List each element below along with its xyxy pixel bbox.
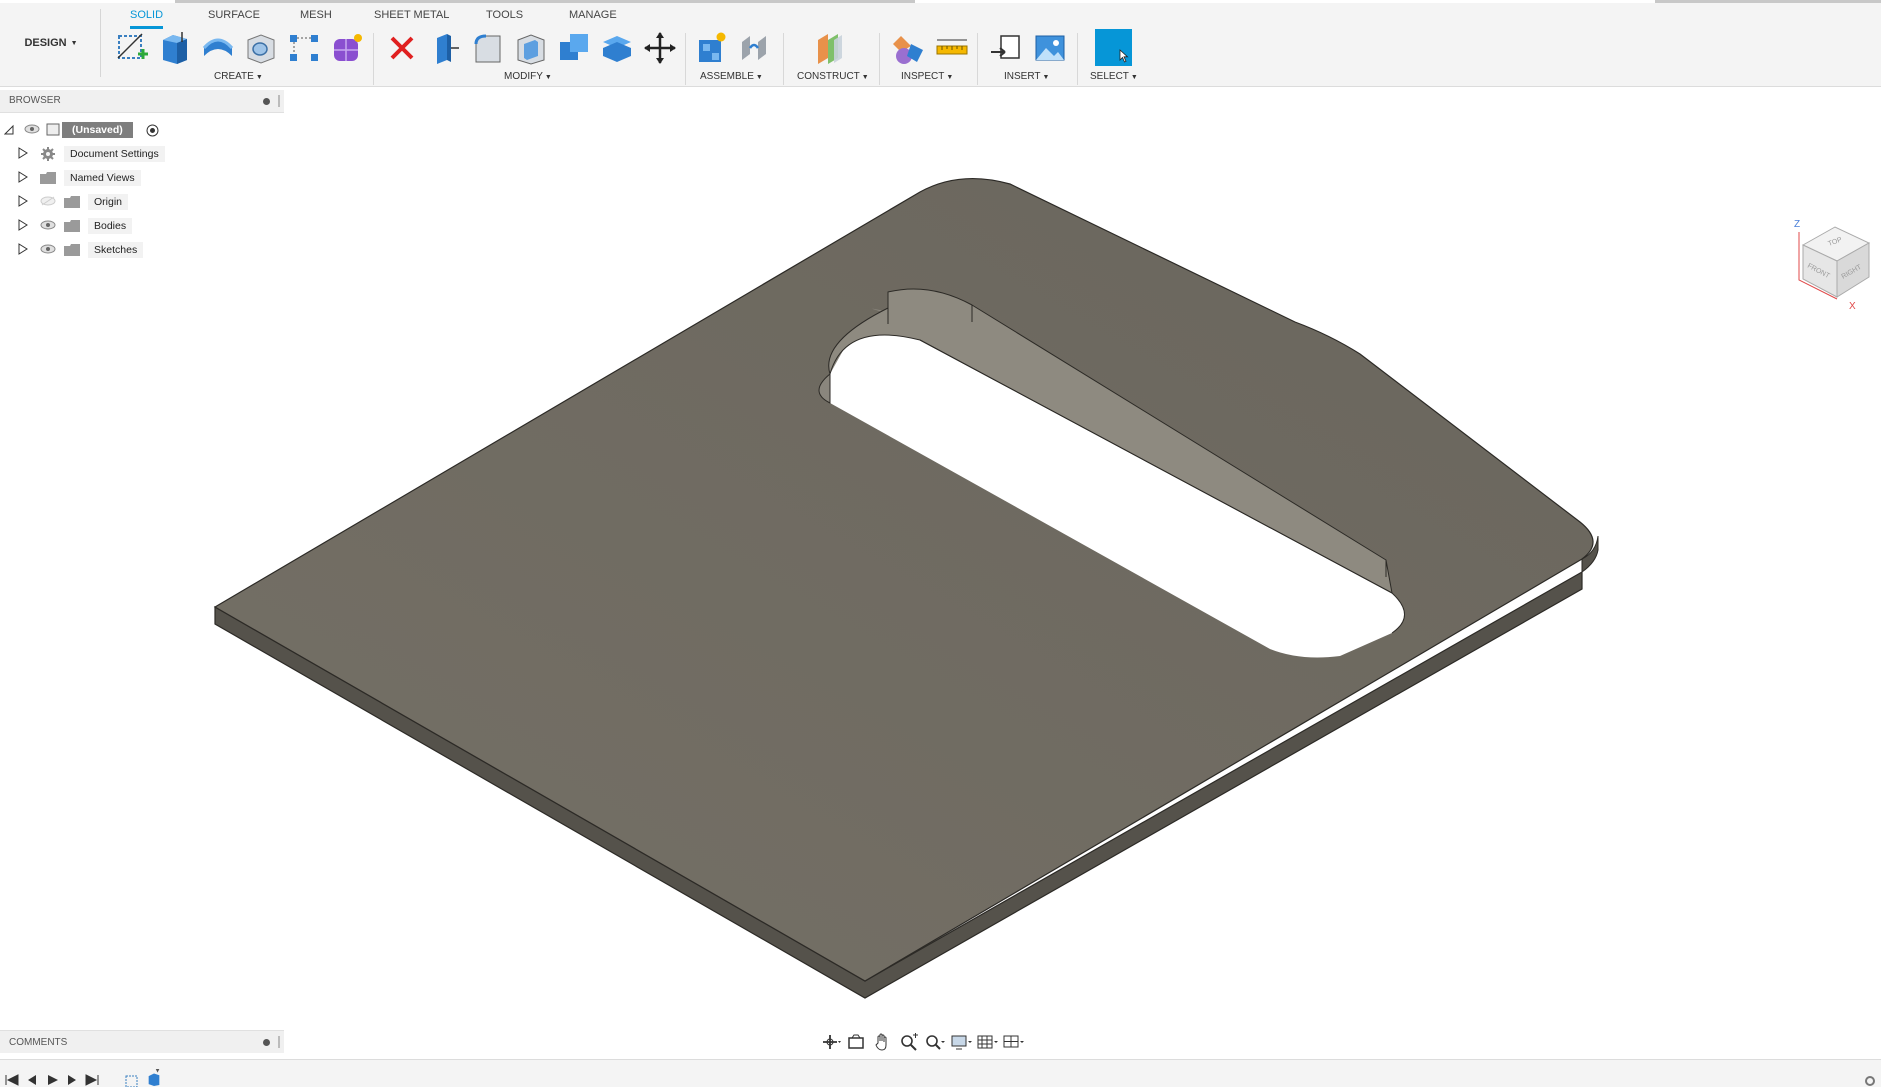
tab-tools[interactable]: TOOLS bbox=[486, 9, 523, 29]
joint-icon[interactable] bbox=[736, 30, 772, 66]
play-icon[interactable] bbox=[44, 1073, 60, 1087]
grid-settings-icon[interactable] bbox=[976, 1032, 998, 1052]
comments-add-icon[interactable] bbox=[263, 1039, 270, 1046]
select-icon[interactable] bbox=[1095, 29, 1132, 66]
toolbar-divider bbox=[879, 33, 880, 85]
zoom-window-icon[interactable] bbox=[924, 1032, 946, 1052]
axis-z-label: Z bbox=[1794, 219, 1800, 230]
browser-collapse-icon[interactable] bbox=[263, 98, 270, 105]
go-to-end-icon[interactable] bbox=[84, 1073, 100, 1087]
inspect-menu[interactable]: INSPECT ▼ bbox=[901, 71, 953, 82]
modify-menu-label: MODIFY bbox=[504, 71, 543, 82]
hole-icon[interactable] bbox=[243, 30, 279, 66]
step-back-icon[interactable] bbox=[24, 1073, 40, 1087]
plate-body[interactable] bbox=[0, 112, 1881, 1029]
insert-derive-icon[interactable] bbox=[989, 30, 1025, 66]
insert-image-icon[interactable] bbox=[1032, 30, 1068, 66]
comments-pin-icon[interactable] bbox=[278, 1036, 280, 1048]
offset-face-icon[interactable] bbox=[599, 30, 635, 66]
chevron-down-icon: ▼ bbox=[861, 74, 869, 81]
chevron-down-icon: ▼ bbox=[1130, 74, 1138, 81]
orbit-icon[interactable] bbox=[820, 1032, 842, 1052]
interference-icon[interactable] bbox=[891, 30, 927, 66]
delete-icon[interactable] bbox=[384, 30, 420, 66]
extrude-icon[interactable] bbox=[157, 30, 193, 66]
viewports-icon[interactable] bbox=[1002, 1032, 1024, 1052]
workspace-switcher-button[interactable]: DESIGN ▼ bbox=[2, 9, 101, 77]
browser-header: BROWSER bbox=[0, 90, 284, 113]
insert-menu[interactable]: INSERT ▼ bbox=[1004, 71, 1049, 82]
navigation-bar bbox=[820, 1031, 1024, 1053]
display-settings-icon[interactable] bbox=[950, 1032, 972, 1052]
timeline-sketch-icon[interactable] bbox=[124, 1073, 140, 1087]
chevron-down-icon: ▼ bbox=[544, 74, 552, 81]
toolbar-divider bbox=[373, 33, 374, 85]
chevron-down-icon: ▼ bbox=[1042, 74, 1050, 81]
measure-icon[interactable] bbox=[934, 30, 970, 66]
step-forward-icon[interactable] bbox=[64, 1073, 80, 1087]
tab-mesh[interactable]: MESH bbox=[300, 9, 332, 29]
move-icon[interactable] bbox=[642, 30, 678, 66]
pattern-icon[interactable] bbox=[286, 30, 322, 66]
assemble-menu-label: ASSEMBLE bbox=[700, 71, 754, 82]
chevron-down-icon: ▼ bbox=[755, 74, 763, 81]
comments-panel: COMMENTS bbox=[0, 1030, 284, 1053]
assemble-menu[interactable]: ASSEMBLE ▼ bbox=[700, 71, 763, 82]
tab-solid[interactable]: SOLID bbox=[130, 9, 164, 29]
browser-pin-icon[interactable] bbox=[278, 95, 280, 107]
browser-title: BROWSER bbox=[9, 95, 61, 106]
select-menu[interactable]: SELECT ▼ bbox=[1090, 71, 1138, 82]
axis-x-label: X bbox=[1849, 301, 1856, 312]
modify-menu[interactable]: MODIFY ▼ bbox=[504, 71, 552, 82]
canvas-viewport[interactable]: TOP FRONT RIGHT Z X bbox=[0, 112, 1881, 1029]
create-menu-label: CREATE bbox=[214, 71, 254, 82]
workspace-label: DESIGN bbox=[24, 37, 67, 49]
toolbar: DESIGN ▼ SOLID SURFACE MESH SHEET METAL T… bbox=[0, 3, 1881, 87]
fillet-icon[interactable] bbox=[470, 30, 506, 66]
comments-title: COMMENTS bbox=[9, 1037, 68, 1048]
create-menu[interactable]: CREATE ▼ bbox=[214, 71, 263, 82]
combine-icon[interactable] bbox=[556, 30, 592, 66]
toolbar-divider bbox=[1077, 33, 1078, 85]
chevron-down-icon: ▼ bbox=[70, 39, 78, 47]
pan-hand-icon[interactable] bbox=[872, 1032, 894, 1052]
toolbar-divider bbox=[977, 33, 978, 85]
shell-icon[interactable] bbox=[513, 30, 549, 66]
toolbar-divider bbox=[783, 33, 784, 85]
create-form-icon[interactable] bbox=[329, 30, 365, 66]
chevron-down-icon: ▼ bbox=[946, 74, 954, 81]
view-cube[interactable]: TOP FRONT RIGHT Z X bbox=[1785, 217, 1875, 312]
timeline bbox=[0, 1059, 1881, 1087]
timeline-settings-icon[interactable] bbox=[1862, 1073, 1878, 1087]
construct-menu[interactable]: CONSTRUCT ▼ bbox=[797, 71, 869, 82]
toolbar-divider bbox=[685, 33, 686, 85]
look-at-icon[interactable] bbox=[846, 1032, 868, 1052]
offset-plane-icon[interactable] bbox=[812, 30, 848, 66]
insert-menu-label: INSERT bbox=[1004, 71, 1041, 82]
tab-manage[interactable]: MANAGE bbox=[569, 9, 617, 29]
tab-surface[interactable]: SURFACE bbox=[208, 9, 260, 29]
revolve-icon[interactable] bbox=[200, 30, 236, 66]
zoom-icon[interactable] bbox=[898, 1032, 920, 1052]
timeline-extrude-icon[interactable] bbox=[146, 1068, 162, 1087]
tab-sheet-metal[interactable]: SHEET METAL bbox=[374, 9, 449, 29]
new-component-icon[interactable] bbox=[693, 30, 729, 66]
inspect-menu-label: INSPECT bbox=[901, 71, 945, 82]
go-to-start-icon[interactable] bbox=[4, 1073, 20, 1087]
construct-menu-label: CONSTRUCT bbox=[797, 71, 860, 82]
press-pull-icon[interactable] bbox=[427, 30, 463, 66]
create-sketch-icon[interactable] bbox=[114, 30, 150, 66]
select-menu-label: SELECT bbox=[1090, 71, 1129, 82]
chevron-down-icon: ▼ bbox=[255, 74, 263, 81]
